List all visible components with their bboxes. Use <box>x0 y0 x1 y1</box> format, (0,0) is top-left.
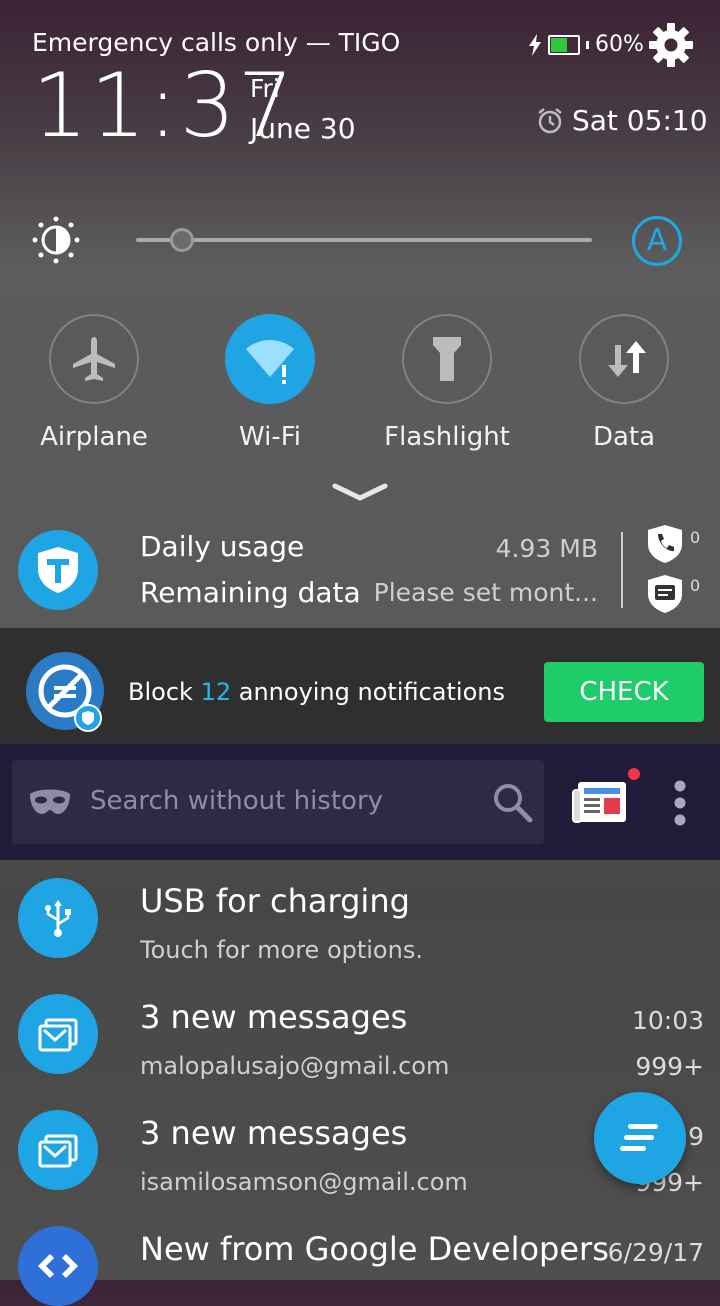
clear-all-icon <box>620 1124 658 1151</box>
block-prefix: Block <box>128 678 193 706</box>
alarm-time: Sat 05:10 <box>572 104 708 137</box>
toggle-wifi-label: Wi-Fi <box>238 422 302 452</box>
toggle-airplane-button[interactable] <box>49 314 139 404</box>
clock-day: Fri <box>250 74 280 103</box>
message-block-icon[interactable] <box>646 574 684 614</box>
block-count: 12 <box>200 678 232 706</box>
clock-date[interactable]: June 30 <box>250 112 356 145</box>
data-guard-app-icon[interactable] <box>18 530 98 610</box>
search-placeholder[interactable]: Search without history <box>90 786 383 816</box>
toggle-wifi-button[interactable] <box>225 314 315 404</box>
brightness-slider-track[interactable] <box>136 238 592 242</box>
usb-icon <box>45 900 71 937</box>
notification-time: 10:03 <box>631 1006 704 1035</box>
chevron-down-icon[interactable] <box>332 482 388 504</box>
notification-title: 3 new messages <box>140 998 408 1036</box>
remaining-data-hint[interactable]: Please set mont... <box>374 578 598 607</box>
battery-indicator: 60% <box>528 32 644 57</box>
flashlight-icon <box>433 337 461 381</box>
notification-time: 6/29/17 <box>607 1238 704 1267</box>
block-suffix: annoying notifications <box>238 678 505 706</box>
google-developers-icon <box>38 1254 78 1278</box>
brightness-slider-knob[interactable] <box>169 228 194 252</box>
daily-usage-value: 4.93 MB <box>495 534 598 563</box>
clear-notifications-button[interactable] <box>594 1092 686 1184</box>
toggle-wifi[interactable]: Wi-Fi <box>182 314 358 452</box>
usb-notification-icon <box>18 878 98 958</box>
notification-sender: malopalusajo@gmail.com <box>140 1052 450 1080</box>
shield-badge-icon <box>74 704 102 732</box>
toggle-airplane-label: Airplane <box>40 422 148 452</box>
notification-subtitle: Touch for more options. <box>140 936 423 964</box>
battery-fill <box>551 37 567 52</box>
toggle-data-button[interactable] <box>579 314 669 404</box>
notification-title: USB for charging <box>140 882 410 920</box>
mail-notification-icon <box>18 994 98 1074</box>
auto-brightness-button[interactable]: A <box>632 216 682 266</box>
incognito-mask-icon <box>30 789 70 814</box>
toggle-flashlight-button[interactable] <box>402 314 492 404</box>
next-alarm[interactable]: Sat 05:10 <box>536 104 708 137</box>
wifi-icon <box>246 340 294 384</box>
notification-count: 999+ <box>635 1052 704 1081</box>
battery-tip <box>586 40 589 49</box>
battery-percent: 60% <box>595 32 644 57</box>
daily-usage-title: Daily usage <box>140 530 305 563</box>
news-icon[interactable] <box>572 778 628 824</box>
toggle-data-label: Data <box>592 422 656 452</box>
mail-icon <box>38 1018 78 1052</box>
toggle-airplane[interactable]: Airplane <box>6 314 182 452</box>
google-developers-notification-icon <box>18 1226 98 1306</box>
mail-notification-icon <box>18 1110 98 1190</box>
news-unread-dot <box>628 768 640 780</box>
more-vertical-icon[interactable] <box>668 776 692 830</box>
usage-divider <box>621 532 623 608</box>
carrier-status: Emergency calls only — TIGO <box>32 28 401 57</box>
notification-sender: isamilosamson@gmail.com <box>140 1168 468 1196</box>
toggle-flashlight-label: Flashlight <box>384 422 510 452</box>
toggle-data[interactable]: Data <box>536 314 712 452</box>
notification-title: 3 new messages <box>140 1114 408 1152</box>
shield-icon <box>82 711 94 725</box>
charging-bolt-icon <box>529 33 541 56</box>
gear-icon[interactable] <box>648 22 694 68</box>
block-notifications-text: Block 12 annoying notifications <box>128 678 505 706</box>
toggle-flashlight[interactable]: Flashlight <box>359 314 535 452</box>
alarm-clock-icon <box>538 107 562 133</box>
check-button[interactable]: CHECK <box>544 662 704 722</box>
message-block-count: 0 <box>690 576 701 595</box>
mail-icon <box>38 1134 78 1168</box>
shield-t-icon <box>38 547 78 593</box>
notification-title: New from Google Developers <box>140 1230 609 1268</box>
airplane-icon <box>73 337 115 381</box>
brightness-icon <box>32 216 80 264</box>
call-block-icon[interactable] <box>646 524 684 564</box>
data-transfer-icon <box>608 341 646 377</box>
remaining-data-label: Remaining data <box>140 576 361 609</box>
battery-icon <box>548 34 580 55</box>
search-icon[interactable] <box>490 780 534 824</box>
call-block-count: 0 <box>690 528 701 547</box>
